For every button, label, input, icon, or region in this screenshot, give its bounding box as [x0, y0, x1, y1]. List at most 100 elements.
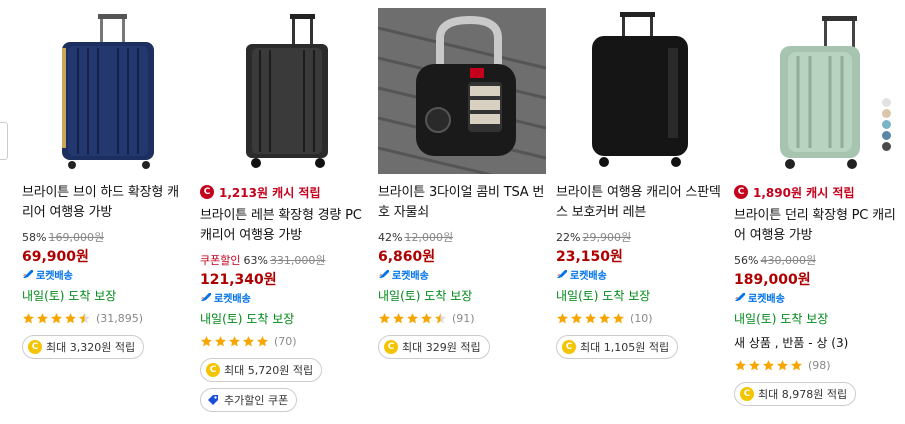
rocket-icon — [23, 270, 33, 278]
discount-rate: 63% — [243, 254, 268, 267]
rocket-delivery-badge: 로켓배송 — [200, 290, 368, 305]
product-image-navy-suitcase[interactable] — [22, 8, 190, 174]
original-price: 29,900원 — [582, 231, 632, 244]
star-icon — [435, 312, 446, 323]
product-card[interactable]: 브라이튼 브이 하드 확장형 캐리어 여행용 가방 58% 169,000원 69… — [22, 8, 190, 359]
reward-badge: C 최대 8,978원 적립 — [734, 382, 857, 406]
rocket-label: 로켓배송 — [748, 293, 785, 305]
coin-icon: C — [740, 387, 754, 401]
star-icon — [79, 312, 90, 323]
color-swatch-list — [882, 98, 891, 153]
price-discount-row: 42% 12,000원 — [378, 229, 546, 244]
star-icon — [215, 335, 226, 346]
review-count: (31,895) — [96, 311, 144, 325]
star-icon — [571, 312, 582, 323]
discount-rate: 58% — [22, 231, 47, 244]
reward-text: 최대 8,978원 적립 — [758, 388, 848, 401]
star-rating — [734, 359, 804, 372]
review-count: (70) — [274, 334, 297, 348]
rating: (10) — [556, 311, 724, 325]
star-icon — [257, 335, 268, 346]
product-title[interactable]: 브라이튼 3다이얼 콤비 TSA 번호 자물쇠 — [378, 183, 546, 223]
rocket-label: 로켓배송 — [392, 270, 429, 282]
star-icon — [749, 359, 760, 370]
discount-rate: 42% — [378, 231, 403, 244]
star-icon — [791, 359, 802, 370]
sale-price: 121,340원 — [200, 272, 277, 288]
coupon-tag-icon — [208, 395, 218, 405]
product-title[interactable]: 브라이튼 레븐 확장형 경량 PC 캐리어 여행용 가방 — [200, 206, 368, 246]
color-swatch[interactable] — [882, 98, 891, 107]
sale-price: 189,000원 — [734, 272, 811, 288]
product-title[interactable]: 브라이튼 여행용 캐리어 스판덱스 보호커버 레븐 — [556, 183, 724, 223]
carousel-prev-arrow[interactable] — [0, 122, 8, 160]
rocket-label: 로켓배송 — [214, 293, 251, 305]
star-rating — [378, 312, 448, 325]
delivery-info: 내일(토) 도착 보장 — [22, 289, 117, 303]
price-discount-row: 56% 430,000원 — [734, 252, 902, 267]
original-price: 12,000원 — [404, 231, 454, 244]
delivery-info: 내일(토) 도착 보장 — [734, 312, 829, 326]
rating: (70) — [200, 334, 368, 348]
product-card[interactable]: 브라이튼 여행용 캐리어 스판덱스 보호커버 레븐 22% 29,900원 23,… — [556, 8, 724, 359]
rocket-icon — [379, 270, 389, 278]
product-card[interactable]: 브라이튼 3다이얼 콤비 TSA 번호 자물쇠 42% 12,000원 6,860… — [378, 8, 546, 359]
product-image-tsa-lock[interactable] — [378, 8, 546, 174]
cashback-text: 1,213원 캐시 적립 — [219, 185, 321, 200]
reward-text: 최대 3,320원 적립 — [46, 341, 136, 354]
reward-badge: C 최대 3,320원 적립 — [22, 335, 145, 359]
reward-text: 최대 5,720원 적립 — [224, 364, 314, 377]
cash-c-icon: C — [200, 185, 214, 199]
rocket-delivery-badge: 로켓배송 — [734, 290, 902, 305]
rocket-label: 로켓배송 — [570, 270, 607, 282]
star-rating — [556, 312, 626, 325]
product-title[interactable]: 브라이튼 브이 하드 확장형 캐리어 여행용 가방 — [22, 183, 190, 223]
reward-badge: C 최대 5,720원 적립 — [200, 358, 323, 382]
star-icon — [763, 359, 774, 370]
star-icon — [557, 312, 568, 323]
product-image-black-suitcase[interactable] — [200, 8, 368, 174]
coin-icon: C — [206, 363, 220, 377]
coupon-discount-label: 쿠폰할인 — [200, 254, 241, 267]
sale-price: 6,860원 — [378, 249, 436, 265]
star-icon — [735, 359, 746, 370]
review-count: (91) — [452, 311, 475, 325]
cashback-label: C 1,213원 캐시 적립 — [200, 184, 368, 200]
price-discount-row: 쿠폰할인 63% 331,000원 — [200, 252, 368, 267]
star-rating — [22, 312, 92, 325]
rating: (31,895) — [22, 311, 190, 325]
coin-icon: C — [562, 340, 576, 354]
star-icon — [407, 312, 418, 323]
cash-c-icon: C — [734, 185, 748, 199]
coin-icon: C — [28, 340, 42, 354]
used-item-info[interactable]: 새 상품 , 반품 - 상 (3) — [734, 334, 902, 350]
discount-rate: 56% — [734, 254, 759, 267]
color-swatch[interactable] — [882, 142, 891, 151]
star-icon — [393, 312, 404, 323]
star-icon — [585, 312, 596, 323]
original-price: 331,000원 — [269, 254, 326, 267]
extra-coupon-text: 추가할인 쿠폰 — [224, 394, 289, 407]
discount-rate: 22% — [556, 231, 581, 244]
product-card[interactable]: C 1,890원 캐시 적립 브라이튼 던리 확장형 PC 캐리어 여행용 가방… — [734, 8, 902, 406]
star-icon — [51, 312, 62, 323]
star-icon — [201, 335, 212, 346]
rocket-delivery-badge: 로켓배송 — [556, 267, 724, 282]
color-swatch[interactable] — [882, 120, 891, 129]
star-icon — [777, 359, 788, 370]
original-price: 430,000원 — [760, 254, 817, 267]
rating: (91) — [378, 311, 546, 325]
product-image-spandex-cover[interactable] — [556, 8, 724, 174]
color-swatch[interactable] — [882, 131, 891, 140]
color-swatch[interactable] — [882, 109, 891, 118]
product-title[interactable]: 브라이튼 던리 확장형 PC 캐리어 여행용 가방 — [734, 206, 902, 246]
reward-badge: C 최대 329원 적립 — [378, 335, 490, 359]
sale-price: 23,150원 — [556, 249, 623, 265]
reward-badge: C 최대 1,105원 적립 — [556, 335, 679, 359]
review-count: (98) — [808, 358, 831, 372]
extra-coupon-badge[interactable]: 추가할인 쿠폰 — [200, 388, 298, 412]
star-icon — [65, 312, 76, 323]
product-image-mint-suitcase[interactable] — [734, 8, 902, 174]
delivery-info: 내일(토) 도착 보장 — [200, 312, 295, 326]
product-card[interactable]: C 1,213원 캐시 적립 브라이튼 레븐 확장형 경량 PC 캐리어 여행용… — [200, 8, 368, 412]
